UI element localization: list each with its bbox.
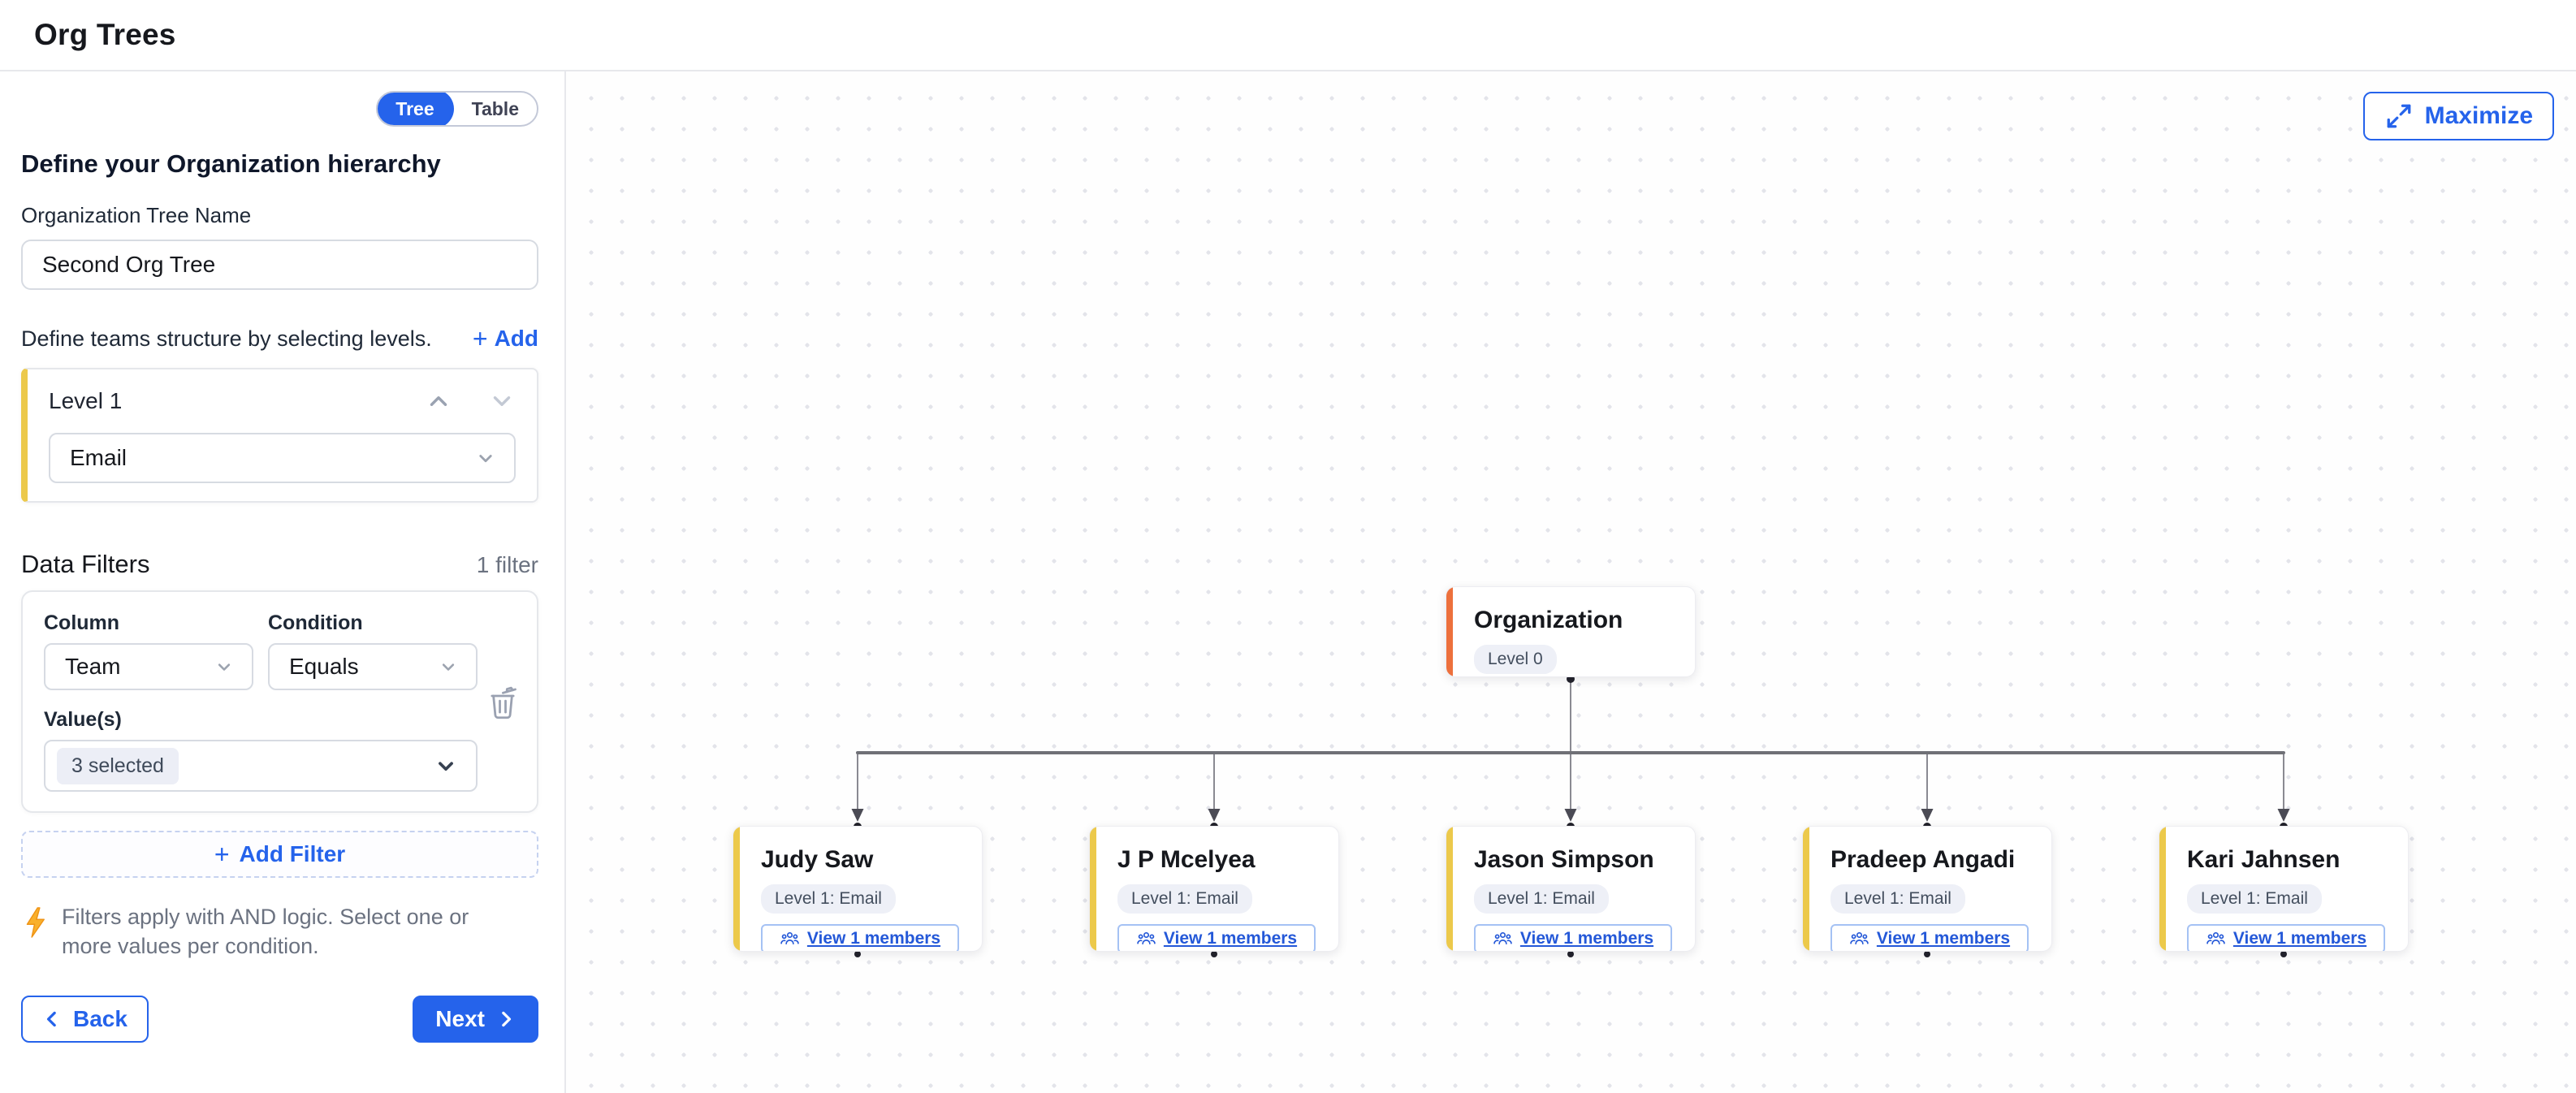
level-title: Level 1 <box>49 388 122 414</box>
node-name: J P Mcelyea <box>1117 846 1314 874</box>
maximize-icon <box>2384 102 2414 131</box>
level-accent-bar <box>2159 827 2166 951</box>
config-panel: Tree Table Define your Organization hier… <box>0 71 566 1093</box>
chevron-down-icon <box>432 752 460 780</box>
level-accent-bar <box>1446 827 1453 951</box>
filter-card: Column Team Condition Equals Value(s) 3 … <box>21 590 538 813</box>
members-icon <box>2206 929 2226 949</box>
chevron-down-icon <box>213 655 236 678</box>
chevron-down-icon <box>437 655 460 678</box>
panel-heading: Define your Organization hierarchy <box>21 149 538 179</box>
org-node[interactable]: Jason Simpson Level 1: Email View 1 memb… <box>1446 826 1696 952</box>
members-icon <box>1849 929 1869 949</box>
node-name: Judy Saw <box>761 846 957 874</box>
toggle-table[interactable]: Table <box>454 91 537 127</box>
view-members-label: View 1 members <box>1877 929 2010 948</box>
node-level-badge: Level 1: Email <box>1474 884 1609 914</box>
view-members-label: View 1 members <box>807 929 940 948</box>
view-members-button[interactable]: View 1 members <box>1830 924 2029 952</box>
level-accent-bar <box>1803 827 1809 951</box>
chevron-down-icon <box>488 387 516 415</box>
node-name: Kari Jahnsen <box>2187 846 2384 874</box>
node-name: Pradeep Angadi <box>1830 846 2027 874</box>
move-level-up-button[interactable] <box>425 387 452 415</box>
members-icon <box>1493 929 1513 949</box>
node-level-badge: Level 1: Email <box>2187 884 2322 914</box>
org-node[interactable]: Kari Jahnsen Level 1: Email View 1 membe… <box>2159 826 2409 952</box>
node-level-badge: Level 0 <box>1474 645 1557 674</box>
org-node[interactable]: J P Mcelyea Level 1: Email View 1 member… <box>1089 826 1339 952</box>
view-members-button[interactable]: View 1 members <box>761 924 959 952</box>
org-node[interactable]: Pradeep Angadi Level 1: Email View 1 mem… <box>1802 826 2052 952</box>
add-level-button[interactable]: + Add <box>473 326 538 352</box>
chevron-down-icon <box>473 446 498 470</box>
lightning-icon <box>21 905 50 940</box>
org-node-root[interactable]: Organization Level 0 <box>1446 586 1696 677</box>
org-node[interactable]: Judy Saw Level 1: Email View 1 members <box>733 826 983 952</box>
values-label: Value(s) <box>44 708 478 732</box>
maximize-button[interactable]: Maximize <box>2363 92 2554 140</box>
tree-name-label: Organization Tree Name <box>21 203 538 228</box>
toggle-tree[interactable]: Tree <box>376 91 453 127</box>
view-toggle-row: Tree Table <box>21 91 538 127</box>
data-filters-title: Data Filters <box>21 550 149 579</box>
column-label: Column <box>44 611 253 635</box>
values-select[interactable]: 3 selected <box>44 740 478 792</box>
node-level-badge: Level 1: Email <box>1117 884 1252 914</box>
chevron-left-icon <box>42 1009 63 1030</box>
selected-values-chip: 3 selected <box>57 748 179 784</box>
view-members-label: View 1 members <box>1520 929 1653 948</box>
condition-label: Condition <box>268 611 478 635</box>
column-select[interactable]: Team <box>44 643 253 690</box>
view-members-button[interactable]: View 1 members <box>1474 924 1672 952</box>
app-header: Org Trees <box>0 0 2576 71</box>
view-members-label: View 1 members <box>2233 929 2366 948</box>
view-members-button[interactable]: View 1 members <box>1117 924 1316 952</box>
levels-hint: Define teams structure by selecting leve… <box>21 326 432 352</box>
members-icon <box>780 929 800 949</box>
chevron-up-icon <box>425 387 452 415</box>
filters-note: Filters apply with AND logic. Select one… <box>62 902 521 961</box>
page-title: Org Trees <box>34 18 176 52</box>
move-level-down-button[interactable] <box>488 387 516 415</box>
node-name: Organization <box>1474 607 1671 634</box>
node-level-badge: Level 1: Email <box>1830 884 1965 914</box>
level-column-value: Email <box>70 445 127 471</box>
view-members-button[interactable]: View 1 members <box>2187 924 2385 952</box>
trash-icon <box>486 683 520 720</box>
plus-icon: + <box>214 841 230 867</box>
view-toggle: Tree Table <box>376 91 538 127</box>
filter-count: 1 filter <box>477 552 538 578</box>
root-accent-bar <box>1446 587 1453 676</box>
level-accent-bar <box>733 827 740 951</box>
next-button[interactable]: Next <box>413 996 538 1043</box>
delete-filter-button[interactable] <box>486 683 520 720</box>
level-column-select[interactable]: Email <box>49 433 516 483</box>
members-icon <box>1136 929 1156 949</box>
node-level-badge: Level 1: Email <box>761 884 896 914</box>
condition-select[interactable]: Equals <box>268 643 478 690</box>
node-name: Jason Simpson <box>1474 846 1671 874</box>
tree-name-input[interactable] <box>21 240 538 290</box>
plus-icon: + <box>473 326 488 352</box>
add-filter-button[interactable]: + Add Filter <box>21 831 538 878</box>
level-accent-bar <box>1090 827 1096 951</box>
org-tree-canvas: Organization Level 0 Judy Saw Level 1: E… <box>566 71 2576 1093</box>
back-button[interactable]: Back <box>21 996 149 1043</box>
chevron-right-icon <box>495 1009 516 1030</box>
level-card: Level 1 Email <box>21 368 538 503</box>
view-members-label: View 1 members <box>1164 929 1297 948</box>
